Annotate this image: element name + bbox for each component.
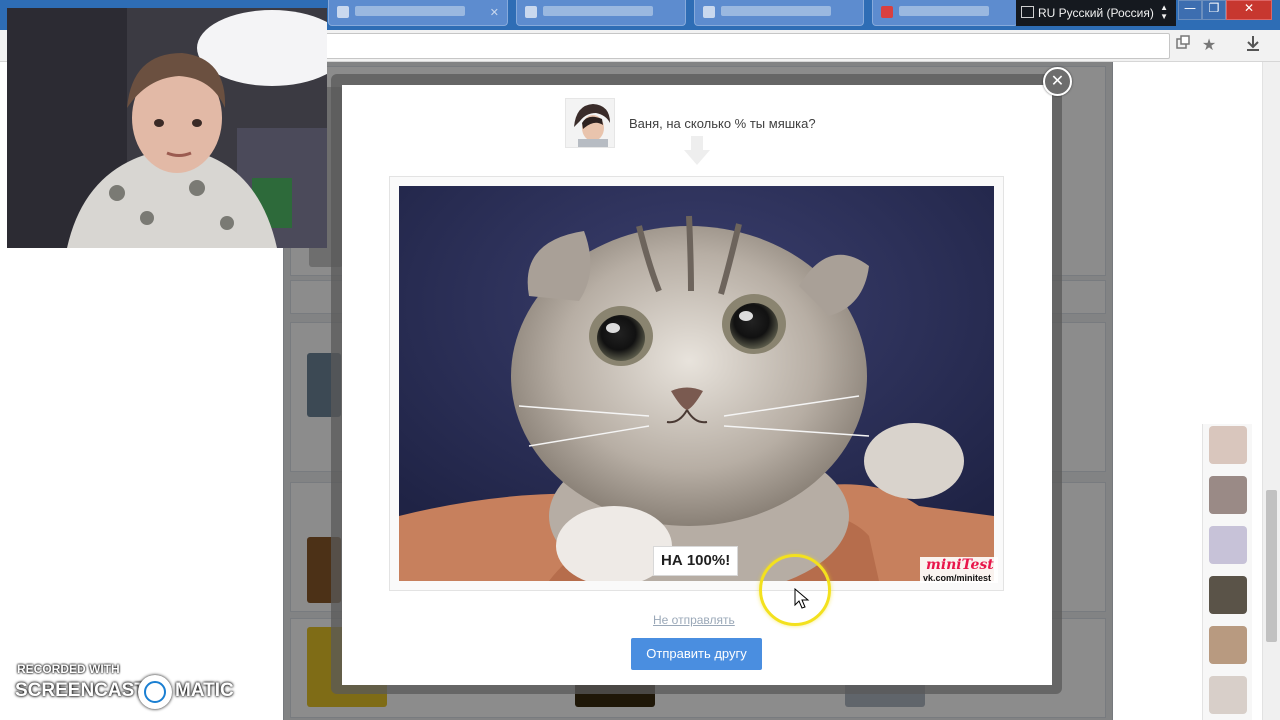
bookmark-manager-icon[interactable] <box>1172 34 1194 56</box>
address-bar[interactable] <box>320 33 1170 59</box>
quiz-question: Ваня, на сколько % ты мяшка? <box>629 116 816 131</box>
minitest-logo: miniTest <box>926 557 994 573</box>
tab-favicon <box>703 6 715 18</box>
language-indicator: RU Русский (Россия) <box>1038 6 1154 20</box>
kitten-photo <box>399 186 994 581</box>
screencast-watermark: RECORDED WITH SCREENCAST MATIC <box>15 660 245 715</box>
download-icon[interactable] <box>1242 34 1264 56</box>
browser-tab[interactable] <box>872 0 1018 26</box>
tab-favicon <box>525 6 537 18</box>
close-dialog-button[interactable]: ✕ <box>1043 67 1072 96</box>
browser-tab[interactable] <box>516 0 686 26</box>
restore-button[interactable]: ❐ <box>1202 0 1226 20</box>
friend-avatar[interactable] <box>1209 476 1247 514</box>
screencast-wordmark: SCREENCAST <box>15 680 146 701</box>
star-icon[interactable]: ★ <box>1198 34 1220 56</box>
send-to-friend-button[interactable]: Отправить другу <box>631 638 762 670</box>
friend-avatar[interactable] <box>1209 676 1247 714</box>
language-bar[interactable]: RU Русский (Россия) ▲ ▼ <box>1016 0 1176 26</box>
friend-avatar[interactable] <box>1209 626 1247 664</box>
friend-avatar[interactable] <box>1209 426 1247 464</box>
friend-avatar[interactable] <box>1209 576 1247 614</box>
window-close-button[interactable]: ✕ <box>1226 0 1272 20</box>
screencast-logo-icon <box>138 675 172 709</box>
page-scrollbar[interactable] <box>1262 62 1280 720</box>
tab-title-blurred <box>355 6 465 16</box>
down-arrow-icon <box>683 136 711 166</box>
mouse-cursor-icon <box>794 587 810 610</box>
quiz-result-label: НА 100%! <box>653 546 739 576</box>
tab-favicon <box>881 6 893 18</box>
friend-avatar[interactable] <box>1209 526 1247 564</box>
tab-close-icon[interactable]: ✕ <box>490 6 499 19</box>
matic-wordmark: MATIC <box>175 680 234 701</box>
minitest-url: vk.com/minitest <box>923 573 992 583</box>
dont-send-link[interactable]: Не отправлять <box>653 613 735 627</box>
keyboard-icon <box>1021 6 1034 18</box>
tab-title-blurred <box>721 6 831 16</box>
scrollbar-thumb[interactable] <box>1266 490 1277 642</box>
minimize-button[interactable]: — <box>1178 0 1202 20</box>
language-arrows-icon[interactable]: ▲ ▼ <box>1160 3 1168 21</box>
tab-title-blurred <box>543 6 653 16</box>
tab-title-blurred <box>899 6 989 16</box>
minitest-watermark: miniTest vk.com/minitest <box>920 557 998 583</box>
browser-tab[interactable]: ✕ <box>328 0 508 26</box>
browser-tab[interactable] <box>694 0 864 26</box>
tab-list: ✕ <box>328 0 1018 28</box>
webcam-overlay <box>7 8 327 248</box>
quiz-author-avatar <box>565 98 615 148</box>
tab-favicon <box>337 6 349 18</box>
recorded-with-label: RECORDED WITH <box>17 662 120 676</box>
online-friends-strip <box>1202 424 1252 720</box>
